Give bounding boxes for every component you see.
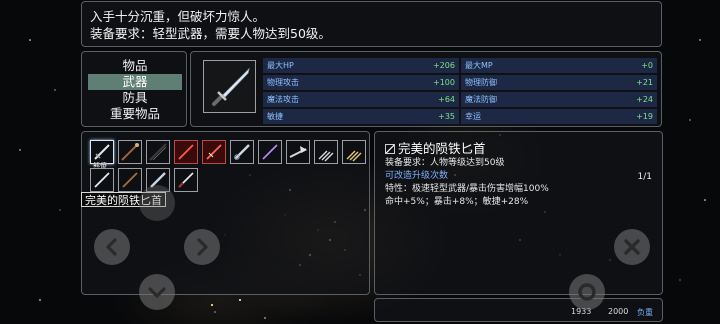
circle-icon [578, 283, 596, 301]
dagger-icon [178, 172, 194, 188]
category-item-armor[interactable]: 防具 [88, 90, 182, 106]
inventory-slot[interactable] [286, 140, 310, 164]
stat-label: 物理攻击 [267, 78, 299, 87]
dpad-right-button[interactable] [184, 229, 220, 265]
stat-value: +0 [641, 61, 653, 70]
bow-icon [149, 143, 167, 161]
weapon-type-icon [385, 144, 395, 154]
item-detail-panel: 完美的陨铁匕首 装备要求：人物等级达到50级 可改造升级次数 1/1 特性：极速… [374, 131, 663, 295]
stat-label: 物理防御 [465, 78, 497, 87]
item-requirement: 装备要求：人物等级达到50级 [385, 158, 505, 168]
stat-value: +24 [636, 95, 653, 104]
inventory-slot[interactable] [202, 140, 226, 164]
stat-value: +35 [438, 112, 455, 121]
inventory-slot[interactable] [258, 140, 282, 164]
description-line-2: 装备要求：轻型武器，需要人物达到50级。 [90, 26, 331, 41]
dagger-icon [94, 144, 110, 160]
stat-row-phys-def: 物理防御 +21 [461, 75, 657, 90]
stat-row-mag-atk: 魔法攻击 +64 [263, 92, 459, 107]
chevron-right-icon [197, 238, 208, 256]
stat-value: +206 [433, 61, 455, 70]
stat-value: +19 [636, 112, 653, 121]
sword-icon [262, 144, 278, 160]
category-item-key-items[interactable]: 重要物品 [88, 106, 182, 122]
stat-row-luck: 幸运 +19 [461, 109, 657, 124]
sword-icon [234, 144, 250, 160]
inventory-slot[interactable] [342, 140, 366, 164]
dagger-icon [212, 67, 250, 106]
dpad-left-button[interactable] [94, 229, 130, 265]
claw-icon [346, 150, 362, 162]
stat-label: 魔法防御 [465, 95, 497, 104]
claw-icon [318, 150, 334, 162]
stat-row-max-hp: 最大HP +206 [263, 58, 459, 73]
stat-label: 魔法攻击 [267, 95, 299, 104]
item-trait: 特性：极速轻型武器/暴击伤害增幅100% [385, 184, 549, 194]
stat-label: 敏捷 [267, 112, 283, 121]
item-title-text: 完美的陨铁匕首 [398, 141, 486, 156]
inventory-slot[interactable] [314, 140, 338, 164]
weight-status-bar: 1933 2000 负重 [374, 298, 663, 322]
stat-value: +100 [433, 78, 455, 87]
item-description-panel: 入手十分沉重，但破坏力惊人。 装备要求：轻型武器，需要人物达到50级。 [81, 1, 662, 47]
inventory-slot[interactable] [230, 140, 254, 164]
close-icon [624, 239, 640, 255]
sword-icon [94, 172, 110, 188]
equipment-stats-panel: 最大HP +206 最大MP +0 物理攻击 +100 物理防御 +21 魔法攻… [190, 51, 662, 127]
cancel-button[interactable] [614, 229, 650, 265]
weight-label: 负重 [637, 308, 653, 317]
item-bonus: 命中+5%；暴击+8%；敏捷+28% [385, 197, 529, 207]
category-menu: 物品 武器 防具 重要物品 [81, 51, 187, 127]
description-line-1: 入手十分沉重，但破坏力惊人。 [90, 9, 266, 24]
inventory-slot[interactable] [174, 168, 198, 192]
dpad-down-button[interactable] [139, 274, 175, 310]
stat-label: 最大MP [465, 61, 493, 70]
dagger-icon [122, 172, 138, 188]
item-upgrade-count: 可改造升级次数 [385, 171, 449, 181]
red-blade-icon [206, 144, 222, 160]
stat-value: +21 [636, 78, 653, 87]
stat-row-max-mp: 最大MP +0 [461, 58, 657, 73]
weapon-inventory-panel: 熊傻蜂 [81, 131, 370, 295]
inventory-slot[interactable] [118, 140, 142, 164]
item-title: 完美的陨铁匕首 [385, 138, 486, 157]
category-item-items[interactable]: 物品 [88, 58, 182, 74]
axe-icon [289, 146, 307, 158]
inventory-slot[interactable] [118, 168, 142, 192]
inventory-slot[interactable]: 熊傻蜂 [90, 140, 114, 180]
confirm-button[interactable] [569, 274, 605, 310]
stat-row-mag-def: 魔法防御 +24 [461, 92, 657, 107]
inventory-slot[interactable] [90, 168, 114, 192]
stat-label: 最大HP [267, 61, 294, 70]
stat-value: +64 [438, 95, 455, 104]
dpad-up-button[interactable] [139, 185, 175, 221]
chevron-down-icon [148, 287, 166, 298]
stat-row-agility: 敏捷 +35 [263, 109, 459, 124]
stat-label: 幸运 [465, 112, 481, 121]
page-indicator: 1/1 [637, 172, 652, 182]
category-item-weapons[interactable]: 武器 [88, 74, 182, 90]
staff-icon [121, 143, 139, 161]
stat-row-phys-atk: 物理攻击 +100 [263, 75, 459, 90]
chevron-left-icon [106, 238, 117, 256]
red-blade-icon [178, 144, 194, 160]
max-weight: 2000 [608, 307, 629, 316]
selected-item-portrait [203, 60, 256, 113]
inventory-slot[interactable] [174, 140, 198, 164]
inventory-slot[interactable] [146, 140, 170, 164]
